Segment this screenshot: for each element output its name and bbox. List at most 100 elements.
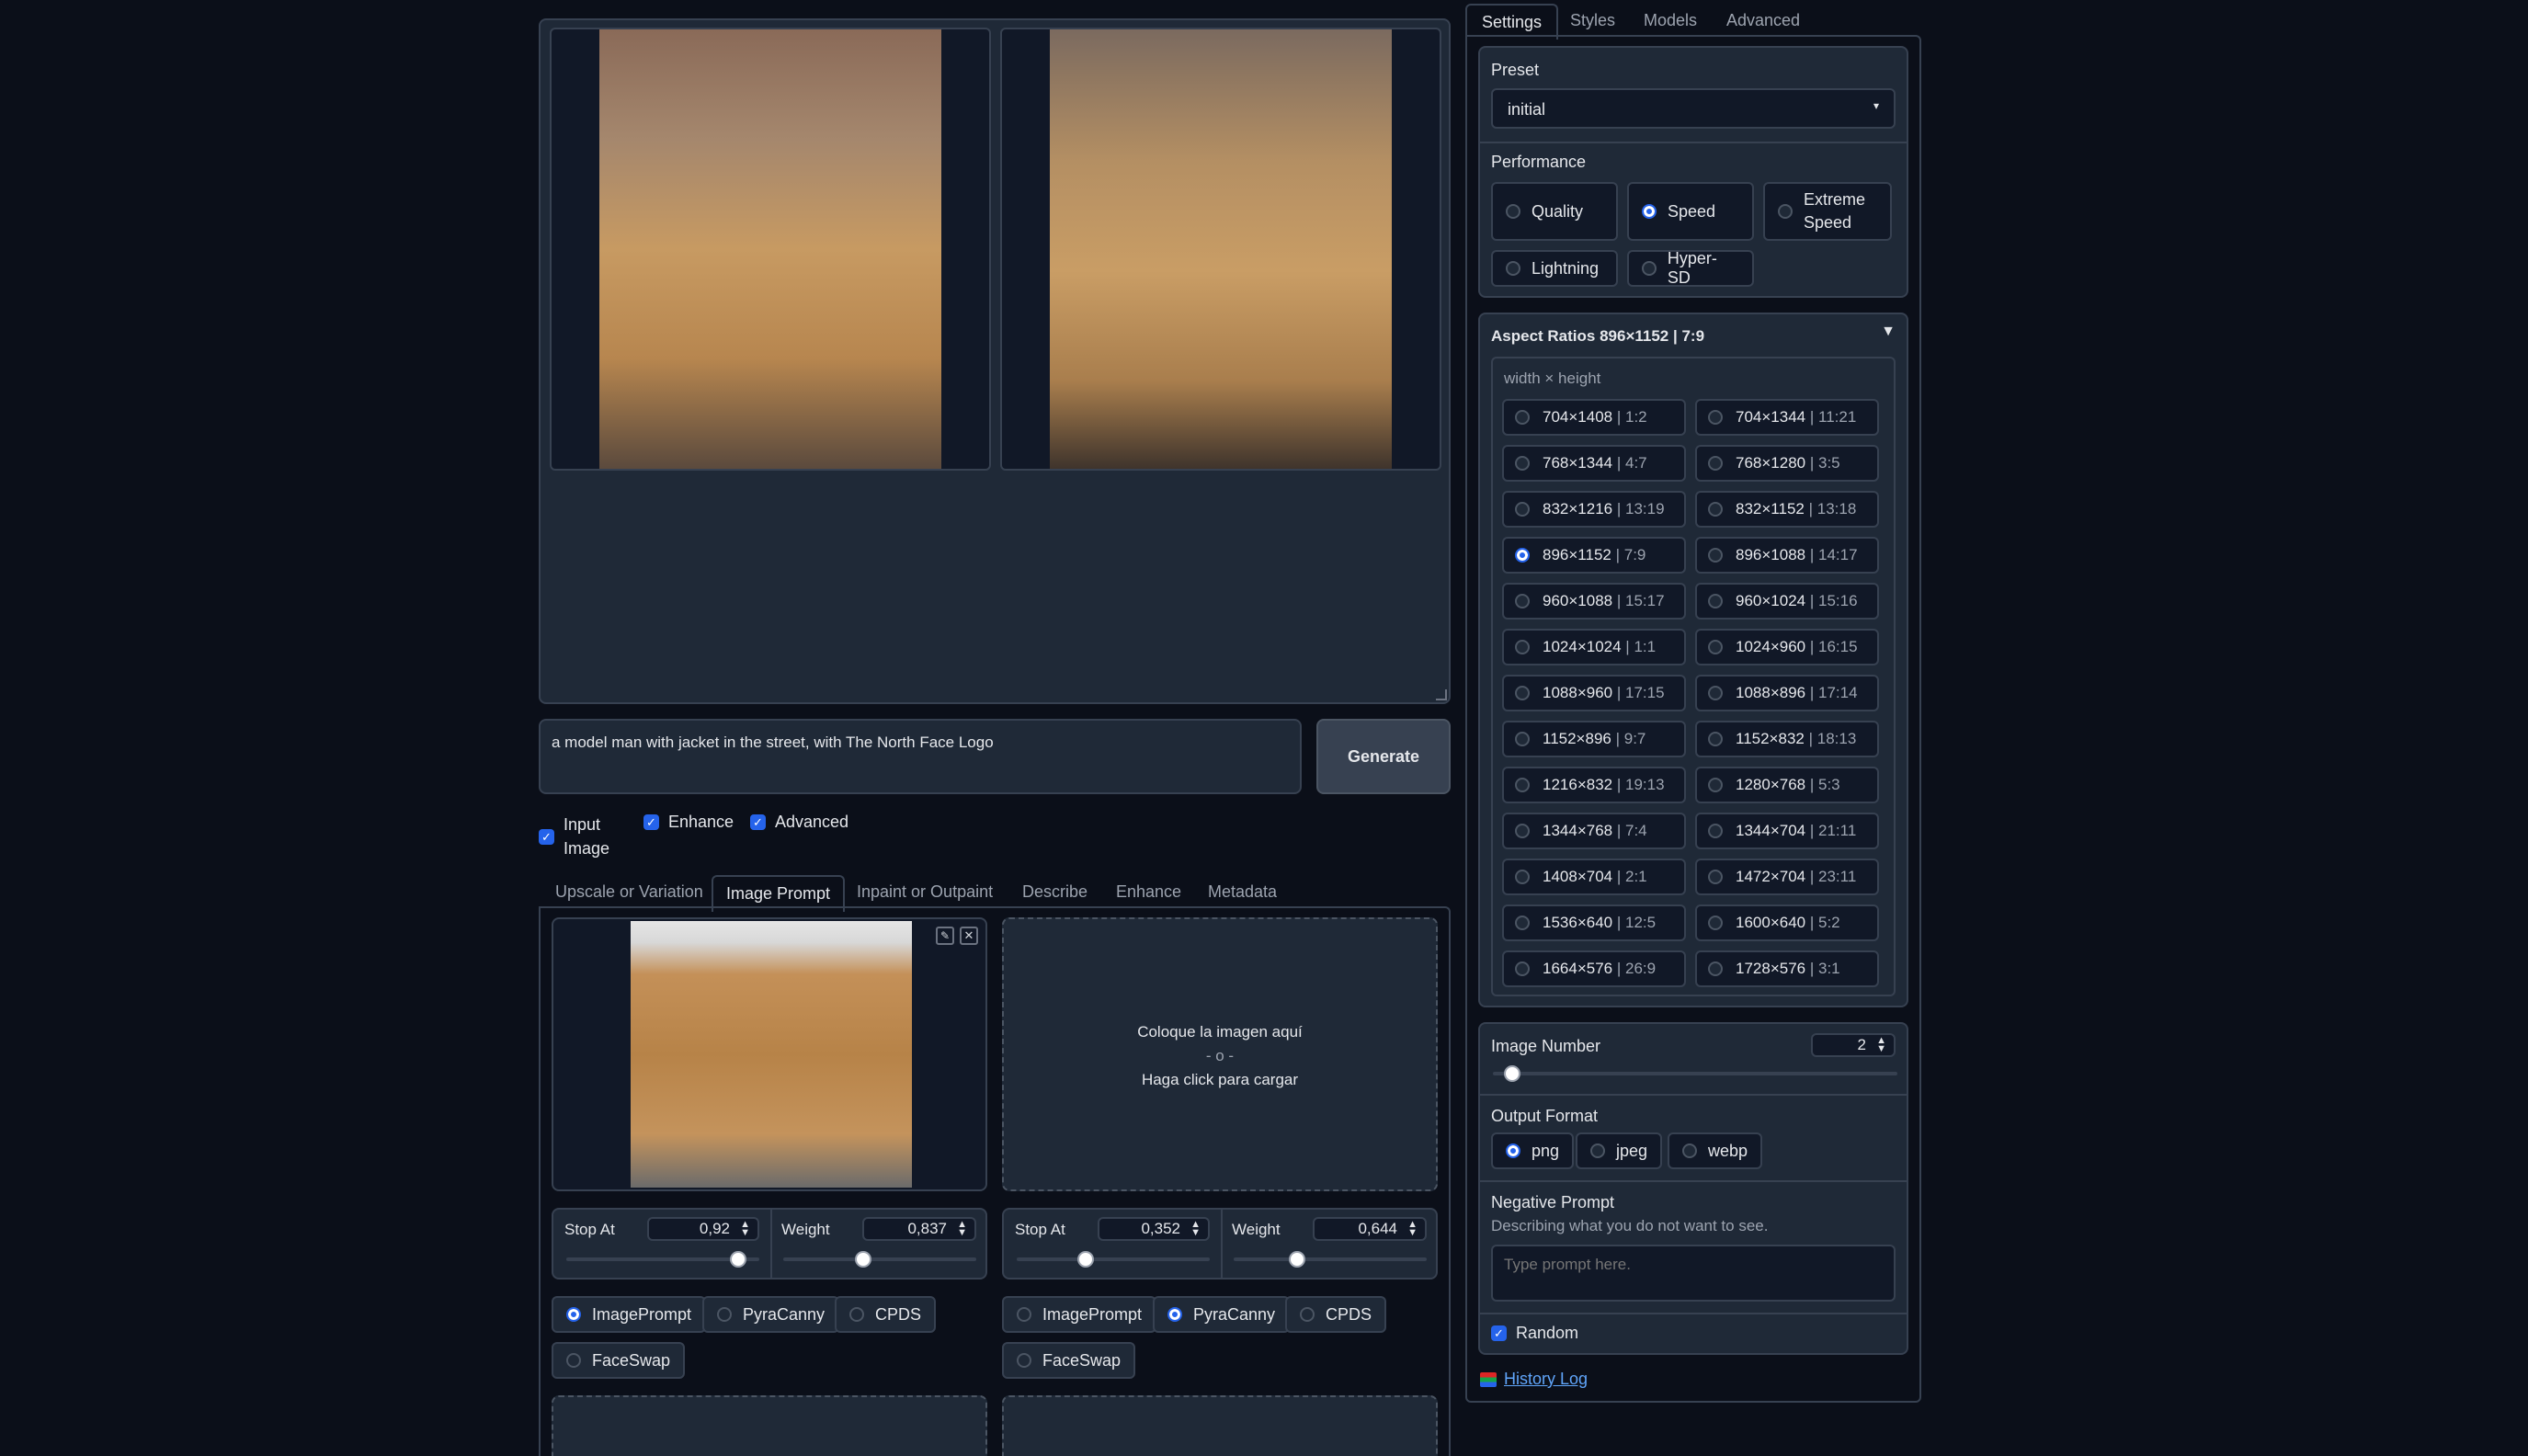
gallery-image-2[interactable]: [1000, 28, 1441, 471]
spinner-icon: ▲ ▼: [1407, 1219, 1418, 1238]
aspect-option-label: 1344×704 | 21:11: [1736, 822, 1857, 839]
perf-quality[interactable]: Quality: [1491, 182, 1618, 241]
tab-styles[interactable]: Styles: [1570, 11, 1615, 30]
image-number-thumb[interactable]: [1504, 1065, 1520, 1082]
slot-2-type-pyracanny[interactable]: PyraCanny: [1153, 1296, 1291, 1333]
tab-advanced[interactable]: Advanced: [1726, 11, 1800, 30]
stop-at-input[interactable]: 0,352 ▲ ▼: [1098, 1217, 1210, 1241]
aspect-dimensions: 1664×576: [1543, 960, 1613, 977]
resize-handle[interactable]: [1436, 689, 1447, 700]
type-label: FaceSwap: [592, 1350, 671, 1370]
tab-metadata[interactable]: Metadata: [1208, 882, 1277, 902]
slot-2-type-imageprompt[interactable]: ImagePrompt: [1002, 1296, 1157, 1333]
perf-extreme-speed[interactable]: Extreme Speed: [1763, 182, 1892, 241]
aspect-option[interactable]: 1344×704 | 21:11: [1695, 813, 1879, 849]
slot-2-type-faceswap[interactable]: FaceSwap: [1002, 1342, 1136, 1379]
advanced-checkbox[interactable]: ✓ Advanced: [750, 813, 848, 832]
aspect-option[interactable]: 960×1088 | 15:17: [1502, 583, 1686, 620]
enhance-checkbox[interactable]: ✓ Enhance: [643, 813, 734, 832]
preset-dropdown[interactable]: initial ▾: [1491, 88, 1896, 129]
aspect-option[interactable]: 1216×832 | 19:13: [1502, 767, 1686, 803]
aspect-option[interactable]: 960×1024 | 15:16: [1695, 583, 1879, 620]
aspect-option[interactable]: 1152×896 | 9:7: [1502, 721, 1686, 757]
perf-speed[interactable]: Speed: [1627, 182, 1754, 241]
perf-lightning[interactable]: Lightning: [1491, 250, 1618, 287]
weight-track[interactable]: [1234, 1257, 1427, 1261]
image-prompt-slot-1[interactable]: ✎ ✕: [552, 917, 987, 1191]
aspect-option[interactable]: 832×1216 | 13:19: [1502, 491, 1686, 528]
aspect-option[interactable]: 1728×576 | 3:1: [1695, 950, 1879, 987]
gallery-photo-2: [1050, 29, 1392, 469]
slot-1-type-pyracanny[interactable]: PyraCanny: [702, 1296, 840, 1333]
aspect-option[interactable]: 832×1152 | 13:18: [1695, 491, 1879, 528]
aspect-option[interactable]: 1152×832 | 18:13: [1695, 721, 1879, 757]
aspect-option[interactable]: 1408×704 | 2:1: [1502, 859, 1686, 895]
weight-thumb[interactable]: [1289, 1251, 1305, 1268]
generate-button[interactable]: Generate: [1316, 719, 1451, 794]
collapse-triangle-icon[interactable]: ▼: [1881, 324, 1896, 340]
aspect-option[interactable]: 704×1408 | 1:2: [1502, 399, 1686, 436]
aspect-option[interactable]: 1344×768 | 7:4: [1502, 813, 1686, 849]
aspect-option[interactable]: 1088×960 | 17:15: [1502, 675, 1686, 711]
aspect-option[interactable]: 896×1088 | 14:17: [1695, 537, 1879, 574]
aspect-option-label: 832×1152 | 13:18: [1736, 500, 1857, 518]
weight-input[interactable]: 0,644 ▲ ▼: [1313, 1217, 1427, 1241]
tab-models[interactable]: Models: [1644, 11, 1697, 30]
stop-at-thumb[interactable]: [1077, 1251, 1094, 1268]
drop-text-3: Haga click para cargar: [1141, 1071, 1299, 1088]
slot-1-type-imageprompt[interactable]: ImagePrompt: [552, 1296, 707, 1333]
tab-describe[interactable]: Describe: [1022, 882, 1087, 902]
weight-thumb[interactable]: [855, 1251, 871, 1268]
aspect-option-label: 832×1216 | 13:19: [1543, 500, 1665, 518]
gallery-photo-1: [599, 29, 941, 469]
aspect-option[interactable]: 1024×1024 | 1:1: [1502, 629, 1686, 665]
edit-icon[interactable]: ✎: [936, 927, 954, 945]
tab-upscale[interactable]: Upscale or Variation: [555, 882, 703, 902]
aspect-option[interactable]: 768×1280 | 3:5: [1695, 445, 1879, 482]
aspect-option-label: 1280×768 | 5:3: [1736, 776, 1840, 793]
image-drop-zone[interactable]: Coloque la imagen aquí - o - Haga click …: [1002, 917, 1438, 1191]
stop-at-thumb[interactable]: [730, 1251, 746, 1268]
aspect-option[interactable]: 1664×576 | 26:9: [1502, 950, 1686, 987]
tab-enhance[interactable]: Enhance: [1116, 882, 1181, 902]
stop-at-track[interactable]: [1017, 1257, 1210, 1261]
aspect-option[interactable]: 768×1344 | 4:7: [1502, 445, 1686, 482]
aspect-option[interactable]: 704×1344 | 11:21: [1695, 399, 1879, 436]
history-log-link[interactable]: History Log: [1480, 1370, 1588, 1389]
tab-inpaint[interactable]: Inpaint or Outpaint: [857, 882, 993, 902]
random-checkbox[interactable]: ✓ Random: [1491, 1324, 1578, 1343]
slot-1-type-faceswap[interactable]: FaceSwap: [552, 1342, 686, 1379]
negative-prompt-input[interactable]: [1491, 1245, 1896, 1302]
format-webp[interactable]: webp: [1668, 1132, 1763, 1169]
image-number-track[interactable]: [1493, 1072, 1897, 1075]
aspect-option[interactable]: 1088×896 | 17:14: [1695, 675, 1879, 711]
slot-2-type-cpds[interactable]: CPDS: [1285, 1296, 1387, 1333]
slot-1-type-cpds[interactable]: CPDS: [835, 1296, 937, 1333]
type-label: CPDS: [875, 1304, 922, 1324]
aspect-ratios-header[interactable]: Aspect Ratios 896×1152 | 7:9: [1491, 327, 1704, 346]
aspect-option-label: 1408×704 | 2:1: [1543, 868, 1647, 885]
aspect-option[interactable]: 1024×960 | 16:15: [1695, 629, 1879, 665]
image-number-input[interactable]: 2 ▲ ▼: [1811, 1033, 1896, 1057]
aspect-option[interactable]: 1600×640 | 5:2: [1695, 904, 1879, 941]
aspect-option[interactable]: 1280×768 | 5:3: [1695, 767, 1879, 803]
aspect-dimensions: 768×1344: [1543, 454, 1613, 472]
image-drop-zone-4[interactable]: [1002, 1395, 1438, 1456]
format-jpeg[interactable]: jpeg: [1576, 1132, 1663, 1169]
aspect-hint: width × height: [1504, 370, 1601, 387]
weight-track[interactable]: [783, 1257, 976, 1261]
weight-input[interactable]: 0,837 ▲ ▼: [862, 1217, 976, 1241]
radio-icon: [566, 1353, 581, 1368]
gallery-image-1[interactable]: [550, 28, 991, 471]
aspect-dimensions: 832×1216: [1543, 500, 1613, 518]
stop-at-input[interactable]: 0,92 ▲ ▼: [647, 1217, 759, 1241]
perf-hyper-sd[interactable]: Hyper-SD: [1627, 249, 1754, 287]
aspect-option[interactable]: 1536×640 | 12:5: [1502, 904, 1686, 941]
image-drop-zone-3[interactable]: [552, 1395, 987, 1456]
format-png[interactable]: png: [1491, 1132, 1575, 1169]
prompt-textarea[interactable]: a model man with jacket in the street, w…: [539, 719, 1302, 794]
aspect-option[interactable]: 1472×704 | 23:11: [1695, 859, 1879, 895]
aspect-option[interactable]: 896×1152 | 7:9: [1502, 537, 1686, 574]
input-image-checkbox[interactable]: ✓ Input Image: [539, 813, 609, 860]
close-icon[interactable]: ✕: [960, 927, 978, 945]
